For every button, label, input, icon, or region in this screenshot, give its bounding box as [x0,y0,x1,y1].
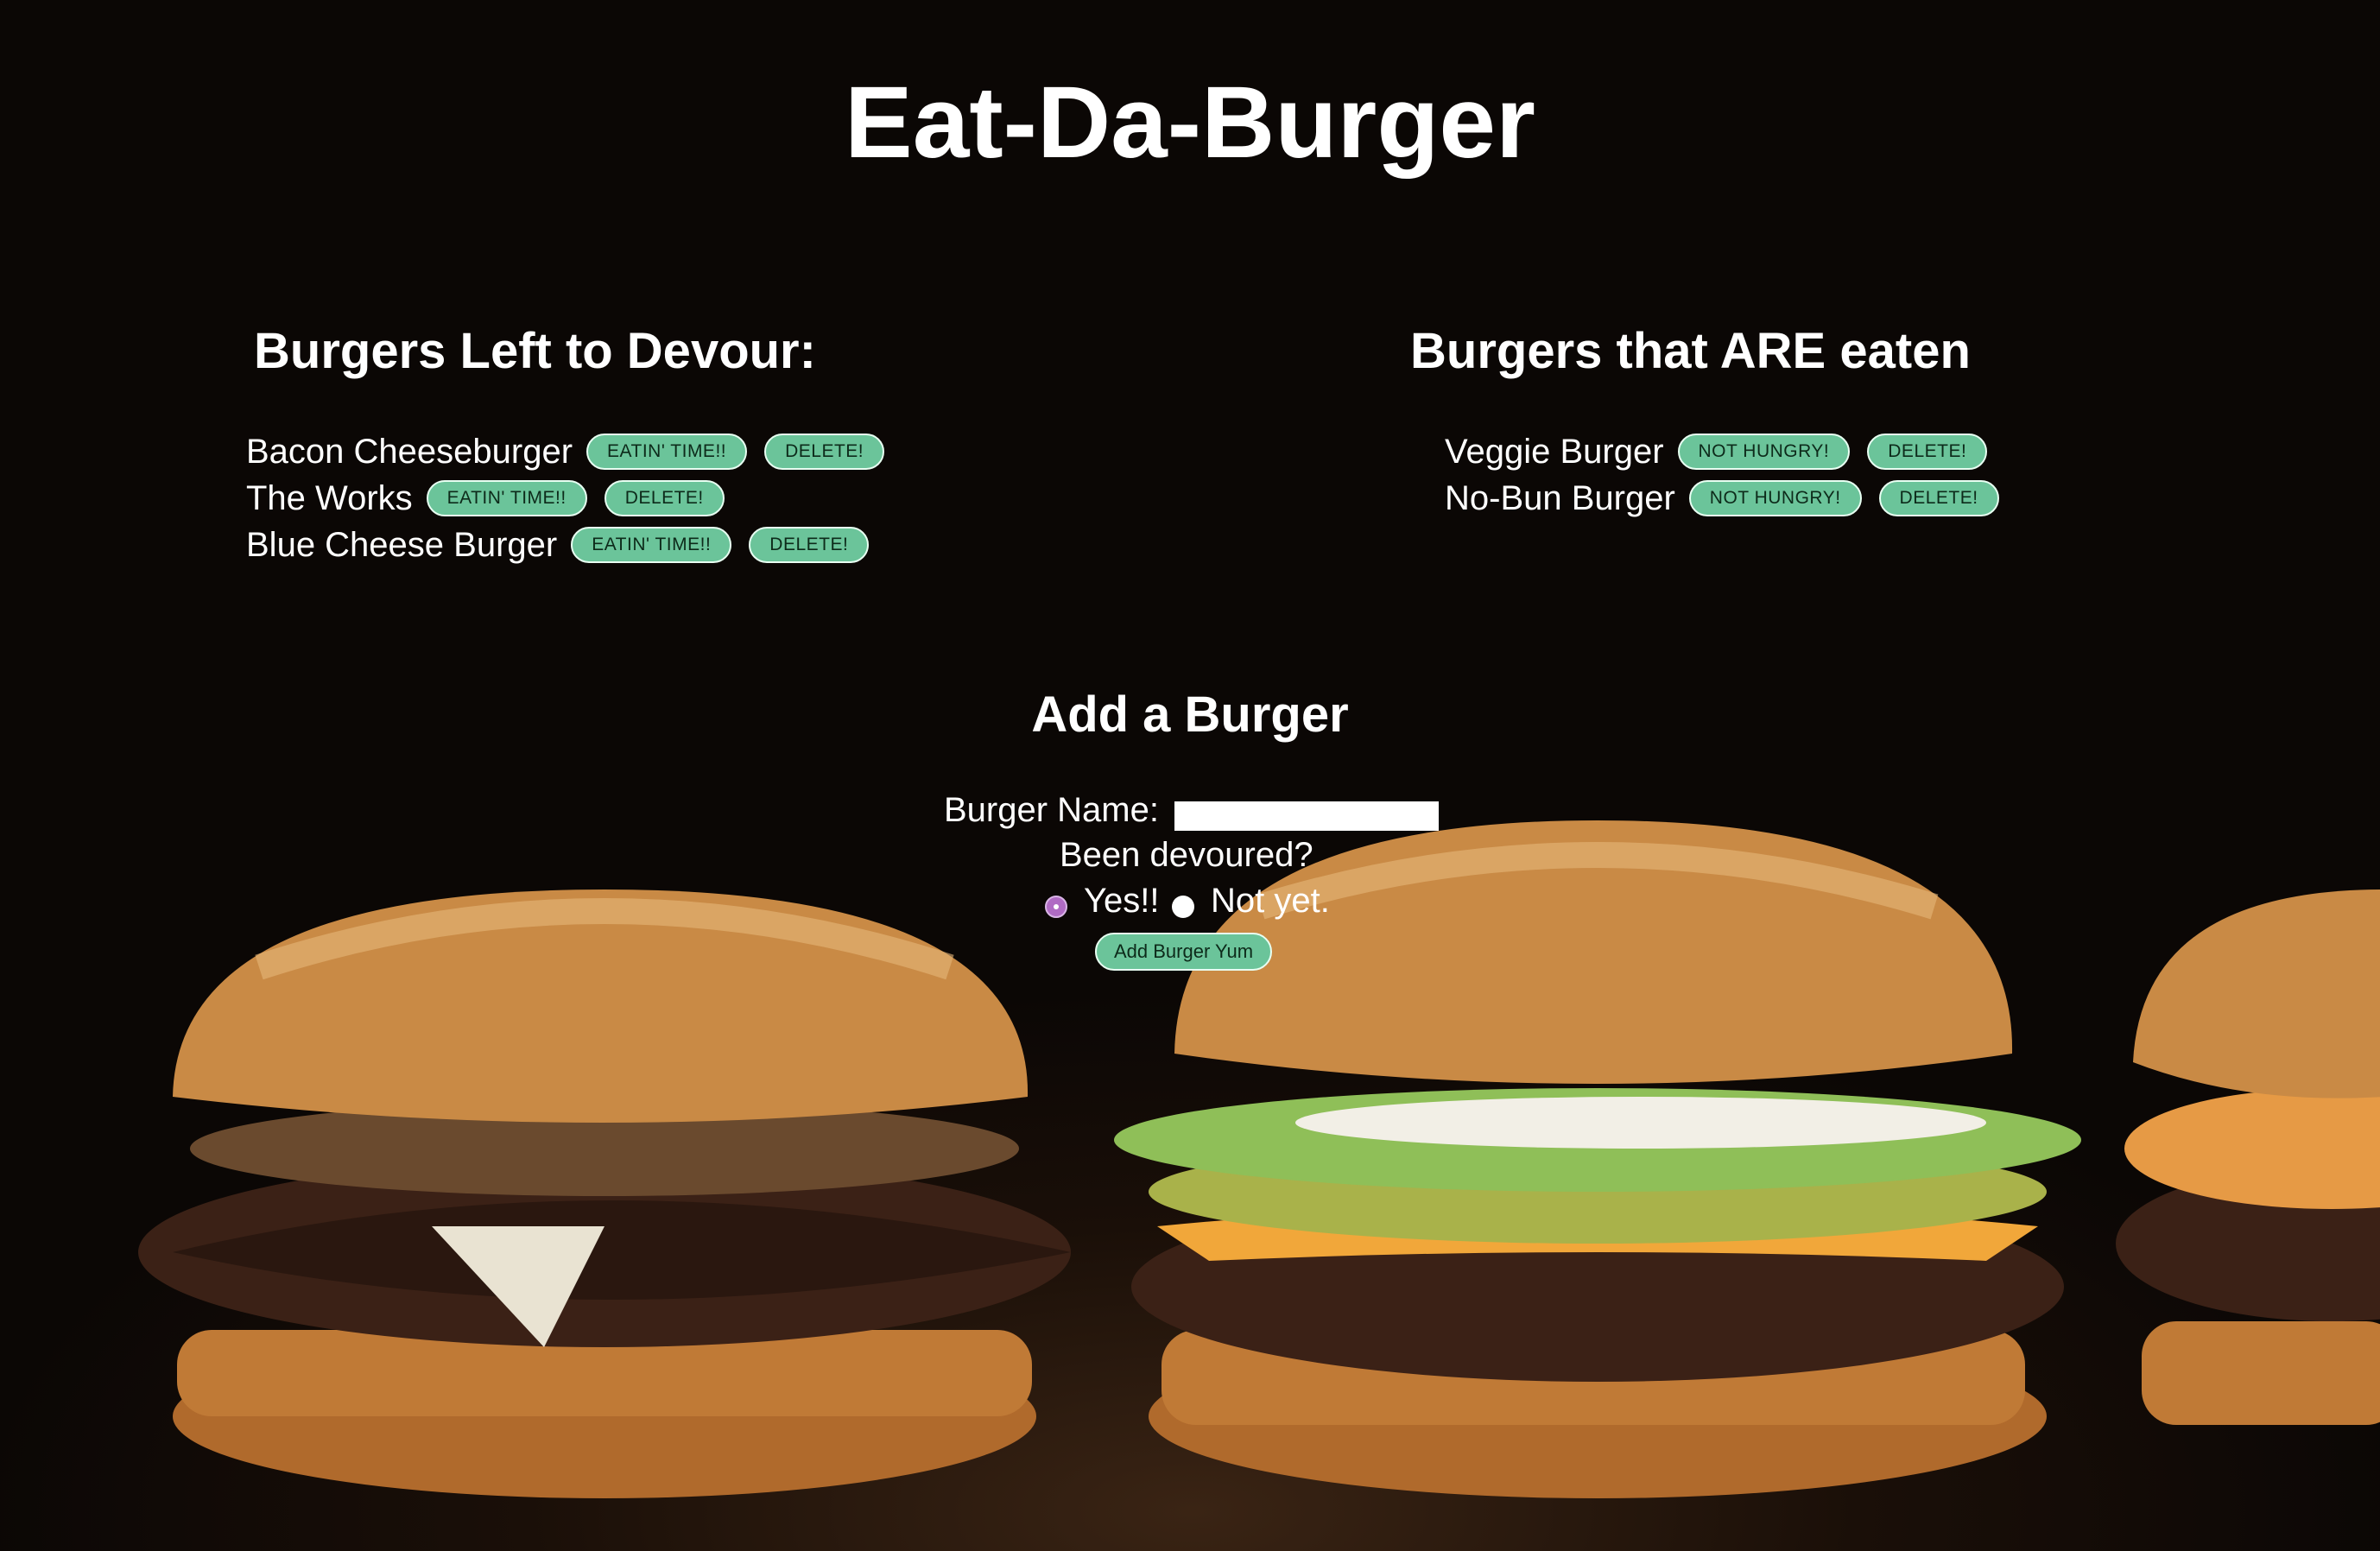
eat-button[interactable]: EATIN' TIME!! [571,527,732,563]
burger-name: Blue Cheese Burger [246,525,558,564]
list-item: The Works EATIN' TIME!! DELETE! [246,475,902,522]
burger-name: The Works [246,478,413,517]
burger-name: No-Bun Burger [1445,478,1675,517]
delete-button[interactable]: DELETE! [749,527,870,563]
not-hungry-button[interactable]: NOT HUNGRY! [1677,434,1851,470]
burger-name-input[interactable] [1174,801,1439,831]
yes-radio[interactable] [1045,896,1067,918]
delete-button[interactable]: DELETE! [604,480,725,516]
list-item: Veggie Burger NOT HUNGRY! DELETE! [1445,428,2016,475]
eat-button[interactable]: EATIN' TIME!! [586,434,748,470]
list-item: Bacon Cheeseburger EATIN' TIME!! DELETE! [246,428,902,475]
add-burger-title: Add a Burger [1031,687,1349,743]
delete-button[interactable]: DELETE! [764,434,885,470]
list-item: No-Bun Burger NOT HUNGRY! DELETE! [1445,475,2016,522]
devour-list: Bacon Cheeseburger EATIN' TIME!! DELETE!… [246,428,902,568]
delete-button[interactable]: DELETE! [1867,434,1988,470]
not-hungry-button[interactable]: NOT HUNGRY! [1688,480,1862,516]
not-yet-radio[interactable] [1172,896,1194,918]
burger-name-label: Burger Name: [944,791,1159,829]
delete-button[interactable]: DELETE! [1878,480,1999,516]
yes-radio-label: Yes!! [1084,882,1160,920]
add-burger-button[interactable]: Add Burger Yum [1095,933,1273,971]
eaten-list: Veggie Burger NOT HUNGRY! DELETE! No-Bun… [1445,428,2016,522]
burger-name: Bacon Cheeseburger [246,432,573,471]
not-yet-radio-label: Not yet. [1211,882,1330,920]
eaten-section-title: Burgers that ARE eaten [1410,323,1971,379]
page-title: Eat-Da-Burger [845,66,1535,180]
list-item: Blue Cheese Burger EATIN' TIME!! DELETE! [246,522,902,568]
devour-section-title: Burgers Left to Devour: [254,323,816,379]
devoured-label: Been devoured? [1060,836,1313,874]
burger-name: Veggie Burger [1445,432,1664,471]
eat-button[interactable]: EATIN' TIME!! [426,480,587,516]
